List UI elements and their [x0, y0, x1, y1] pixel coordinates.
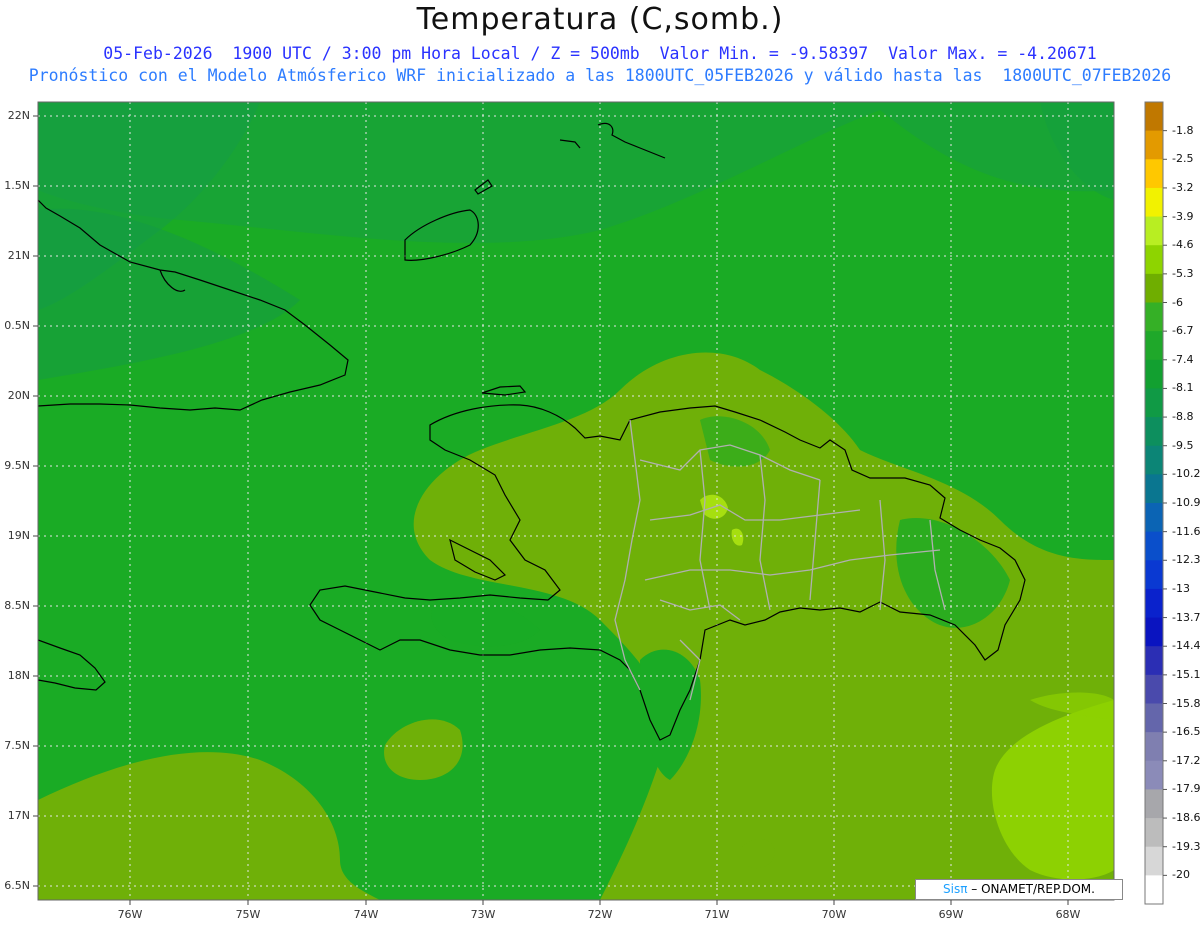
temperature-map — [33, 101, 1167, 905]
colorbar-label: -20 — [1172, 868, 1190, 882]
colorbar-swatch — [1145, 388, 1163, 418]
colorbar-label: -7.4 — [1172, 352, 1194, 366]
colorbar-swatch — [1145, 187, 1163, 218]
colorbar-swatch — [1145, 273, 1163, 303]
colorbar-label: -8.1 — [1172, 381, 1194, 395]
colorbar-label: -2.5 — [1172, 152, 1194, 166]
colorbar-label: -10.2 — [1172, 467, 1200, 481]
colorbar-swatch — [1145, 732, 1163, 762]
colorbar-swatch — [1145, 474, 1163, 504]
lon-label: 75W — [235, 908, 261, 921]
colorbar-swatch — [1145, 359, 1163, 389]
lon-label: 74W — [353, 908, 379, 921]
colorbar-swatch — [1145, 846, 1163, 876]
sispi-logo: Sisπ — [943, 882, 968, 896]
colorbar-label: -17.9 — [1172, 782, 1200, 796]
colorbar-swatch — [1145, 503, 1163, 533]
colorbar-label: -17.2 — [1172, 753, 1200, 767]
colorbar-swatch — [1145, 102, 1163, 132]
lon-label: 68W — [1055, 908, 1081, 921]
lat-label: 21N — [7, 249, 30, 262]
colorbar-label: -15.8 — [1172, 696, 1200, 710]
colorbar-swatch — [1145, 617, 1163, 647]
colorbar-swatch — [1145, 674, 1163, 704]
colorbar-label: -18.6 — [1172, 811, 1200, 825]
lat-label: 19N — [7, 529, 30, 542]
lat-label: 8.5N — [4, 599, 30, 612]
lon-label: 73W — [470, 908, 496, 921]
lat-label: 0.5N — [4, 319, 30, 332]
colorbar-swatch — [1145, 302, 1163, 332]
lat-label: 20N — [7, 389, 30, 402]
colorbar-label: -8.8 — [1172, 410, 1194, 424]
colorbar-label: -10.9 — [1172, 496, 1200, 509]
lat-label: 7.5N — [4, 739, 30, 752]
colorbar-swatch — [1145, 445, 1163, 475]
colorbar-label: -14.4 — [1172, 639, 1200, 653]
colorbar-swatch — [1145, 760, 1163, 790]
colorbar-swatch — [1145, 159, 1163, 189]
colorbar — [1144, 101, 1167, 905]
temperature-field — [38, 102, 1114, 900]
colorbar-swatch — [1145, 875, 1163, 905]
lon-label: 70W — [821, 908, 847, 921]
colorbar-label: -9.5 — [1172, 438, 1194, 452]
colorbar-swatch — [1145, 818, 1163, 848]
colorbar-label: -4.6 — [1172, 238, 1194, 252]
colorbar-label: -3.9 — [1172, 209, 1194, 223]
lon-label: 71W — [704, 908, 730, 921]
lat-label: 6.5N — [4, 879, 30, 892]
lon-label: 76W — [117, 908, 143, 921]
colorbar-swatch — [1145, 588, 1163, 619]
colorbar-swatch — [1145, 789, 1163, 819]
lat-label: 22N — [7, 109, 30, 122]
colorbar-label: -1.8 — [1172, 123, 1194, 137]
colorbar-swatch — [1145, 531, 1163, 561]
colorbar-swatch — [1145, 130, 1163, 160]
colorbar-label: -6.7 — [1172, 324, 1194, 338]
lon-label: 69W — [938, 908, 964, 921]
lon-label: 72W — [587, 908, 613, 921]
colorbar-swatch — [1145, 216, 1163, 246]
credit-text: – ONAMET/REP.DOM. — [971, 882, 1095, 896]
colorbar-swatch — [1145, 646, 1163, 676]
colorbar-swatch — [1145, 331, 1163, 361]
colorbar-label: -5.3 — [1172, 266, 1194, 280]
colorbar-label: -19.3 — [1172, 839, 1200, 853]
colorbar-label: -6 — [1172, 295, 1183, 309]
colorbar-label: -15.1 — [1172, 667, 1200, 681]
colorbar-label: -13.7 — [1172, 610, 1200, 624]
credit-box: Sisπ – ONAMET/REP.DOM. — [915, 879, 1123, 900]
colorbar-label: -13 — [1172, 581, 1190, 595]
colorbar-label: -11.6 — [1172, 524, 1200, 538]
colorbar-label: -12.3 — [1172, 553, 1200, 567]
lat-label: 17N — [7, 809, 30, 822]
lat-label: 18N — [7, 669, 30, 682]
colorbar-label: -3.2 — [1172, 180, 1194, 194]
colorbar-swatch — [1145, 560, 1163, 590]
colorbar-swatch — [1145, 703, 1163, 733]
colorbar-swatch — [1145, 245, 1163, 275]
colorbar-swatch — [1145, 417, 1163, 447]
lat-label: 9.5N — [4, 459, 30, 472]
lat-label: 1.5N — [4, 179, 30, 192]
colorbar-label: -16.5 — [1172, 725, 1200, 739]
